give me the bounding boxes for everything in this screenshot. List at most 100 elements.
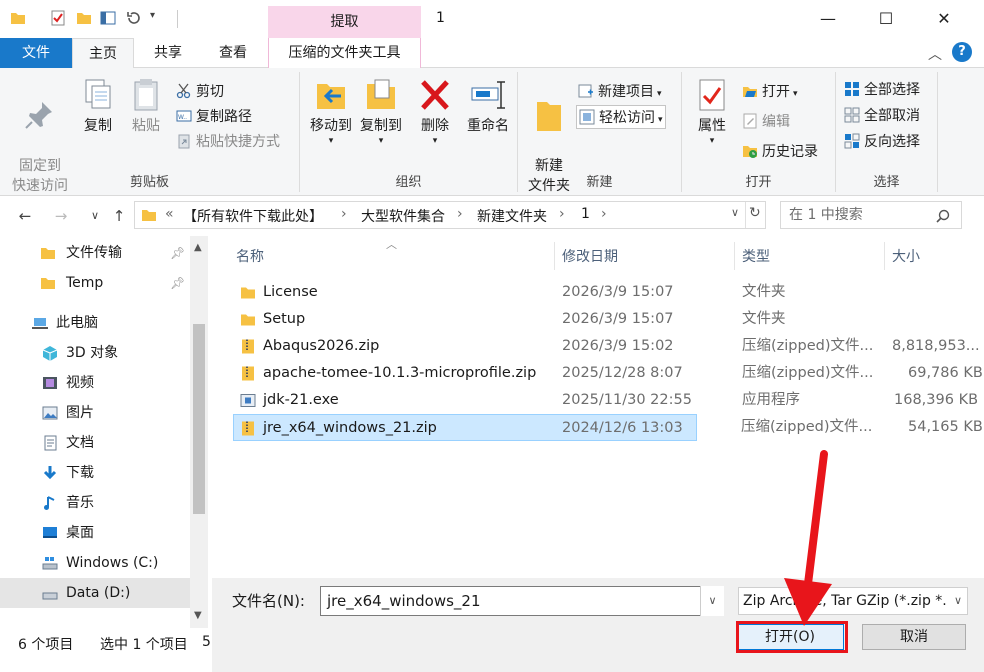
edit-label: 编辑 (762, 114, 790, 130)
sidebar-item-this-pc[interactable]: 此电脑 (0, 308, 190, 338)
file-row-license[interactable]: License 2026/3/9 15:07 文件夹 (234, 279, 984, 306)
select-all-button[interactable]: 全部选择 (844, 78, 920, 102)
breadcrumb-separator-icon[interactable]: › (601, 206, 607, 222)
breadcrumb-separator-icon[interactable]: › (341, 206, 347, 222)
column-divider[interactable] (734, 242, 735, 270)
file-type-select[interactable]: Zip Archive, Tar GZip (*.zip *. (738, 587, 968, 615)
paste-button[interactable]: 粘贴 (124, 76, 168, 136)
search-input[interactable]: 在 1 中搜索 (780, 201, 962, 229)
minimize-button[interactable]: — (808, 6, 848, 32)
sidebar-item-downloads[interactable]: 下载 (0, 458, 190, 488)
collapse-ribbon-icon[interactable]: ︿ (928, 44, 942, 64)
history-button[interactable]: 历史记录 (742, 140, 818, 164)
file-type-dropdown-icon[interactable]: ∨ (954, 594, 962, 607)
properties-button[interactable]: 属性 ▾ (690, 76, 734, 146)
new-group-label: 新建 (586, 175, 613, 190)
rename-button[interactable]: 重命名 (462, 76, 514, 136)
tab-view[interactable]: 查看 (204, 38, 262, 68)
file-name: Abaqus2026.zip (263, 338, 380, 354)
sidebar-item-label: Windows (C:) (66, 555, 159, 571)
filename-history-dropdown-icon[interactable]: ∨ (700, 586, 724, 616)
edit-button[interactable]: 编辑 (742, 110, 790, 134)
sidebar-item-videos[interactable]: 视频 (0, 368, 190, 398)
column-header-size[interactable]: 大小 (892, 246, 920, 266)
customize-dropdown-icon[interactable]: ▾ (150, 10, 155, 21)
new-folder-icon[interactable] (76, 10, 92, 26)
scrollbar-thumb[interactable] (193, 324, 205, 514)
file-row-apache-tomee[interactable]: apache-tomee-10.1.3-microprofile.zip 202… (234, 360, 984, 387)
back-arrow-icon[interactable]: ← (14, 205, 36, 227)
undo-icon[interactable] (126, 10, 142, 26)
close-button[interactable]: ✕ (924, 6, 964, 32)
breadcrumb-overflow[interactable]: « (165, 206, 174, 222)
sidebar-item-documents[interactable]: 文档 (0, 428, 190, 458)
search-icon[interactable] (936, 209, 950, 223)
partial-nav-item (58, 622, 78, 630)
copy-to-button[interactable]: 复制到 ▾ (356, 76, 406, 146)
refresh-icon[interactable]: ↻ (749, 205, 761, 221)
folder-icon[interactable] (10, 10, 26, 26)
file-row-jdk[interactable]: jdk-21.exe 2025/11/30 22:55 应用程序 168,396… (234, 387, 984, 414)
column-header-date[interactable]: 修改日期 (562, 246, 618, 266)
sidebar-item-drive-d[interactable]: Data (D:) (0, 578, 190, 608)
column-divider[interactable] (554, 242, 555, 270)
navigation-pane: 文件传输 📌︎ Temp 📌︎ 此电脑 3D 对象 视频 图片 文档 下载 音乐… (0, 236, 208, 628)
file-row-jre-rest[interactable]: 压缩(zipped)文件... 54,165 KB (698, 414, 984, 441)
recent-locations-icon[interactable]: ∨ (84, 205, 106, 227)
scroll-down-icon[interactable]: ▼ (194, 610, 202, 621)
sidebar-item-temp[interactable]: Temp 📌︎ (0, 268, 190, 298)
sidebar-scrollbar[interactable]: ▲ ▼ (190, 236, 208, 628)
tab-compressed-folder-tools[interactable]: 压缩的文件夹工具 (268, 38, 421, 68)
copy-button[interactable]: 复制 (76, 76, 120, 136)
tab-home[interactable]: 主页 (72, 38, 134, 69)
column-header-type[interactable]: 类型 (742, 246, 770, 266)
scroll-up-icon[interactable]: ▲ (194, 242, 202, 253)
up-arrow-icon[interactable]: ↑ (108, 205, 130, 227)
delete-label: 删除 (421, 118, 449, 134)
address-field[interactable]: « 【所有软件下载此处】 › 大型软件集合 › 新建文件夹 › 1 › ∨ ↻ (134, 201, 766, 229)
move-to-button[interactable]: 移动到 ▾ (306, 76, 356, 146)
sidebar-item-3d-objects[interactable]: 3D 对象 (0, 338, 190, 368)
column-header-name[interactable]: 名称 (236, 246, 264, 266)
sidebar-item-file-transfer[interactable]: 文件传输 📌︎ (0, 238, 190, 268)
sidebar-item-label: Data (D:) (66, 585, 131, 601)
zip-folder-icon (242, 421, 254, 436)
sidebar-item-pictures[interactable]: 图片 (0, 398, 190, 428)
cut-button[interactable]: 剪切 (176, 80, 224, 104)
forward-arrow-icon[interactable]: → (50, 205, 72, 227)
breadcrumb-separator-icon[interactable]: › (457, 206, 463, 222)
tab-file[interactable]: 文件 (0, 38, 72, 68)
sidebar-item-desktop[interactable]: 桌面 (0, 518, 190, 548)
open-dropdown-button[interactable]: 打开 ▾ (742, 80, 798, 104)
cancel-button[interactable]: 取消 (862, 624, 966, 650)
delete-button[interactable]: 删除 ▾ (414, 76, 456, 146)
breadcrumb-current[interactable]: 1 (581, 206, 590, 222)
address-dropdown-icon[interactable]: ∨ (731, 206, 739, 219)
properties-icon[interactable] (50, 10, 66, 26)
file-row-jre-selected[interactable]: jre_x64_windows_21.zip 2024/12/6 13:03 (233, 414, 697, 441)
context-tab-extract[interactable]: 提取 (268, 6, 421, 38)
file-name: jre_x64_windows_21.zip (263, 420, 437, 436)
copy-path-button[interactable]: W.. 复制路径 (176, 105, 252, 129)
breadcrumb-separator-icon[interactable]: › (559, 206, 565, 222)
sidebar-item-music[interactable]: 音乐 (0, 488, 190, 518)
history-label: 历史记录 (762, 144, 818, 160)
select-none-button[interactable]: 全部取消 (844, 104, 920, 128)
file-row-abaqus[interactable]: Abaqus2026.zip 2026/3/9 15:02 压缩(zipped)… (234, 333, 984, 360)
easy-access-button[interactable]: 轻松访问 ▾ (576, 105, 666, 129)
help-icon[interactable]: ? (952, 42, 972, 62)
column-divider[interactable] (884, 242, 885, 270)
breadcrumb-all-software[interactable]: 【所有软件下载此处】 (183, 206, 323, 226)
copy-icon (85, 79, 111, 109)
tab-share[interactable]: 共享 (140, 38, 196, 68)
maximize-button[interactable]: ☐ (866, 6, 906, 32)
sidebar-item-drive-c[interactable]: Windows (C:) (0, 548, 190, 578)
invert-selection-button[interactable]: 反向选择 (844, 130, 920, 154)
file-row-setup[interactable]: Setup 2026/3/9 15:07 文件夹 (234, 306, 984, 333)
filename-input[interactable]: jre_x64_windows_21 (320, 586, 724, 616)
breadcrumb-new-folder[interactable]: 新建文件夹 (477, 206, 547, 226)
new-item-button[interactable]: 新建项目 ▾ (578, 80, 662, 104)
paste-shortcut-button[interactable]: 粘贴快捷方式 (176, 130, 280, 154)
layout-icon[interactable] (100, 10, 116, 26)
breadcrumb-large-software[interactable]: 大型软件集合 (361, 206, 445, 226)
